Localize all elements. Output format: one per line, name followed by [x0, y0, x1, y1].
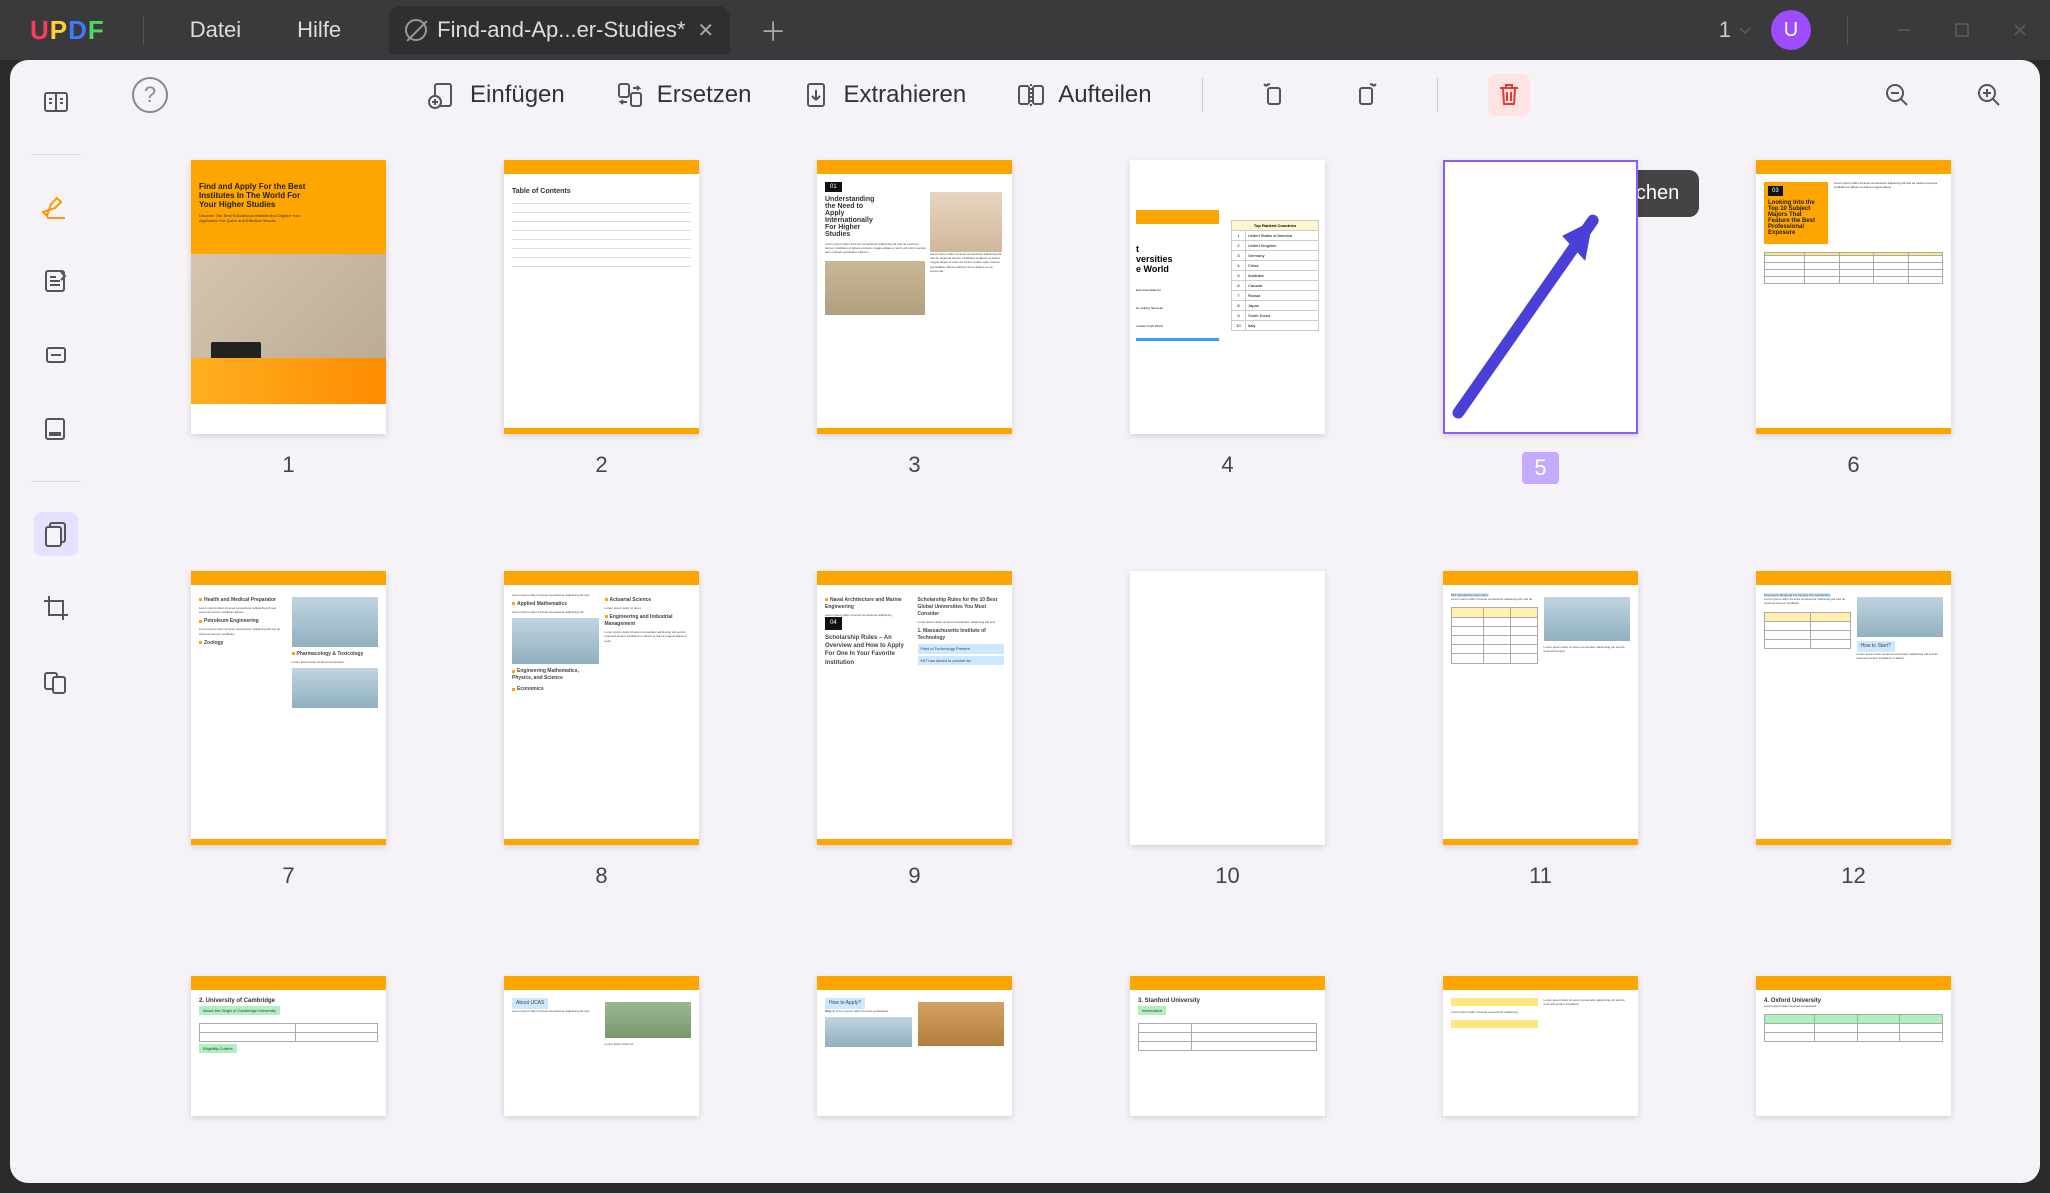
page-number: 5: [1522, 452, 1558, 484]
sidebar-reader-icon[interactable]: [34, 80, 78, 124]
page-thumbnail[interactable]: Lorem ipsum dolor sit amet consectetur a…: [495, 571, 708, 926]
page-number: 6: [1847, 452, 1859, 478]
menu-file[interactable]: Datei: [162, 17, 269, 43]
page-number: 12: [1841, 863, 1865, 889]
rotate-right-button[interactable]: [1345, 74, 1387, 116]
help-button[interactable]: ?: [132, 77, 168, 113]
reader-off-icon: [405, 19, 427, 41]
close-tab-icon[interactable]: ✕: [697, 18, 714, 43]
document-tab[interactable]: Find-and-Ap...er-Studies* ✕: [389, 6, 730, 54]
page-thumbnail[interactable]: How to Apply?Step 1: Lorem ipsum dolor s…: [808, 976, 1021, 1153]
app-logo: UPDF: [30, 15, 105, 46]
page-number: 8: [595, 863, 607, 889]
insert-pages-button[interactable]: Einfügen: [428, 80, 565, 110]
sidebar-crop-icon[interactable]: [34, 586, 78, 630]
add-tab-button[interactable]: ＋: [760, 12, 786, 49]
tab-title: Find-and-Ap...er-Studies*: [437, 17, 685, 43]
page-thumbnail[interactable]: Documents Required For Getting The Schol…: [1747, 571, 1960, 926]
page-thumbnail[interactable]: Health and Medical Preparator Lorem ipsu…: [182, 571, 395, 926]
delete-pages-button[interactable]: [1488, 74, 1530, 116]
page-number: 11: [1529, 863, 1552, 889]
main-panel: ? Einfügen Ersetzen Extrahieren Aufteile…: [102, 60, 2040, 1183]
divider: [1847, 16, 1848, 44]
sidebar-edit-icon[interactable]: [34, 259, 78, 303]
sidebar-divider: [31, 481, 81, 482]
page-number: 7: [282, 863, 294, 889]
sidebar: [10, 60, 102, 1183]
split-pages-button[interactable]: Aufteilen: [1016, 80, 1151, 110]
sidebar-redact-icon[interactable]: [34, 407, 78, 451]
page-thumbnail[interactable]: Find and Apply For the Best Institutes I…: [182, 160, 395, 521]
pages-grid: Find and Apply For the Best Institutes I…: [102, 130, 2040, 1183]
page-thumbnail[interactable]: Table of Contents 2: [495, 160, 708, 521]
menu-help[interactable]: Hilfe: [269, 17, 369, 43]
sidebar-divider: [31, 154, 81, 155]
rotate-left-button[interactable]: [1253, 74, 1295, 116]
user-avatar[interactable]: U: [1771, 10, 1811, 50]
sidebar-highlight-icon[interactable]: [34, 185, 78, 229]
window-close-button[interactable]: [2000, 10, 2040, 50]
page-thumbnail[interactable]: 4. Oxford University Lorem ipsum dolor s…: [1747, 976, 1960, 1153]
page-number: 3: [908, 452, 920, 478]
sidebar-form-icon[interactable]: [34, 333, 78, 377]
organize-toolbar: ? Einfügen Ersetzen Extrahieren Aufteile…: [102, 60, 2040, 130]
annotation-arrow-icon: [1445, 182, 1635, 432]
window-minimize-button[interactable]: [1884, 10, 1924, 50]
page-thumbnail[interactable]: t versities e World ked universities for…: [1121, 160, 1334, 521]
sidebar-compare-icon[interactable]: [34, 660, 78, 704]
page-number: 1: [282, 452, 294, 478]
page-thumbnail[interactable]: MIT Scholarship Information Lorem ipsum …: [1434, 571, 1647, 926]
page-thumbnail[interactable]: 03 Looking Into the Top 10 Subject Major…: [1747, 160, 1960, 521]
page-thumbnail[interactable]: Lorem ipsum dolor sit amet consectetur a…: [1434, 976, 1647, 1153]
sidebar-organize-pages-icon[interactable]: [34, 512, 78, 556]
page-number: 9: [908, 863, 920, 889]
open-files-counter[interactable]: 1: [1719, 17, 1753, 43]
page-number: 4: [1221, 452, 1233, 478]
page-thumbnail[interactable]: 01 Understanding the Need to Apply Inter…: [808, 160, 1021, 521]
page-thumbnail[interactable]: 5: [1434, 160, 1647, 521]
page-thumbnail[interactable]: Naval Architecture and Marine Engineerin…: [808, 571, 1021, 926]
page-thumbnail[interactable]: 10: [1121, 571, 1334, 926]
divider: [143, 16, 144, 44]
toolbar-divider: [1437, 78, 1438, 112]
replace-pages-button[interactable]: Ersetzen: [615, 80, 752, 110]
page-thumbnail[interactable]: About UCASLorem ipsum dolor sit amet con…: [495, 976, 708, 1153]
zoom-out-button[interactable]: [1876, 74, 1918, 116]
window-maximize-button[interactable]: [1942, 10, 1982, 50]
zoom-in-button[interactable]: [1968, 74, 2010, 116]
toolbar-divider: [1202, 78, 1203, 112]
titlebar: UPDF Datei Hilfe Find-and-Ap...er-Studie…: [0, 0, 2050, 60]
extract-pages-button[interactable]: Extrahieren: [801, 80, 966, 110]
chevron-down-icon: [1737, 22, 1753, 38]
page-thumbnail[interactable]: 2. University of Cambridge About the Ori…: [182, 976, 395, 1153]
page-thumbnail[interactable]: 3. Stanford University Information: [1121, 976, 1334, 1153]
page-number: 10: [1215, 863, 1239, 889]
page-number: 2: [595, 452, 607, 478]
